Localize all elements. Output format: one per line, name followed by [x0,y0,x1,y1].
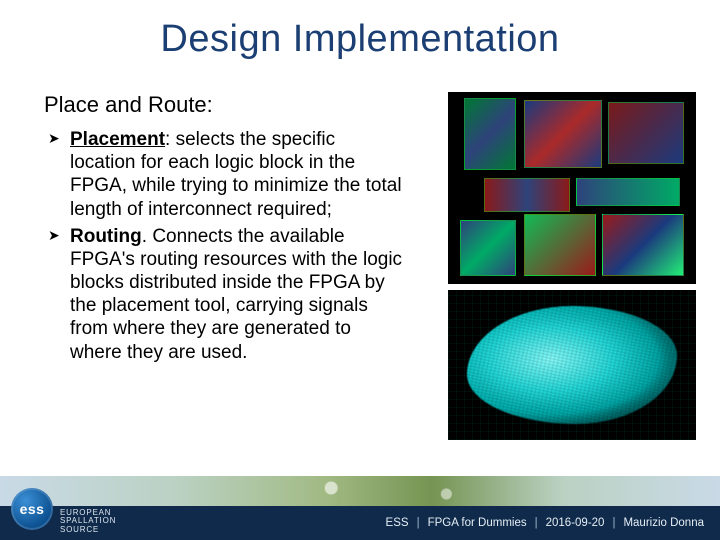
fpga-layout-image [448,92,696,284]
footer-meta: ESS | FPGA for Dummies | 2016-09-20 | Ma… [386,506,704,540]
footer-sep: | [417,517,420,529]
logo-line: SOURCE [60,526,116,534]
footer-date: 2016-09-20 [546,517,605,529]
footer-doc: FPGA for Dummies [428,517,527,529]
bullet-lead: Routing [70,226,142,247]
footer-org: ESS [386,517,409,529]
footer-bar: ess EUROPEAN SPALLATION SOURCE ESS | FPG… [0,506,720,540]
image-stack [448,92,696,440]
footer-sep: | [612,517,615,529]
ess-logo-text: EUROPEAN SPALLATION SOURCE [60,509,116,534]
bullet-item: Routing. Connects the available FPGA's r… [70,225,404,364]
slide: Design Implementation Place and Route: P… [0,0,720,540]
footer-decorative-band [0,476,720,506]
footer-sep: | [535,517,538,529]
footer-author: Maurizio Donna [623,517,704,529]
fpga-routing-image [448,290,696,440]
bullet-list: Placement: selects the specific location… [44,128,404,364]
footer: ess EUROPEAN SPALLATION SOURCE ESS | FPG… [0,476,720,540]
bullet-lead: Placement [70,129,165,150]
slide-title: Design Implementation [0,0,720,61]
ess-logo-icon: ess [11,488,53,530]
bullet-item: Placement: selects the specific location… [70,128,404,221]
